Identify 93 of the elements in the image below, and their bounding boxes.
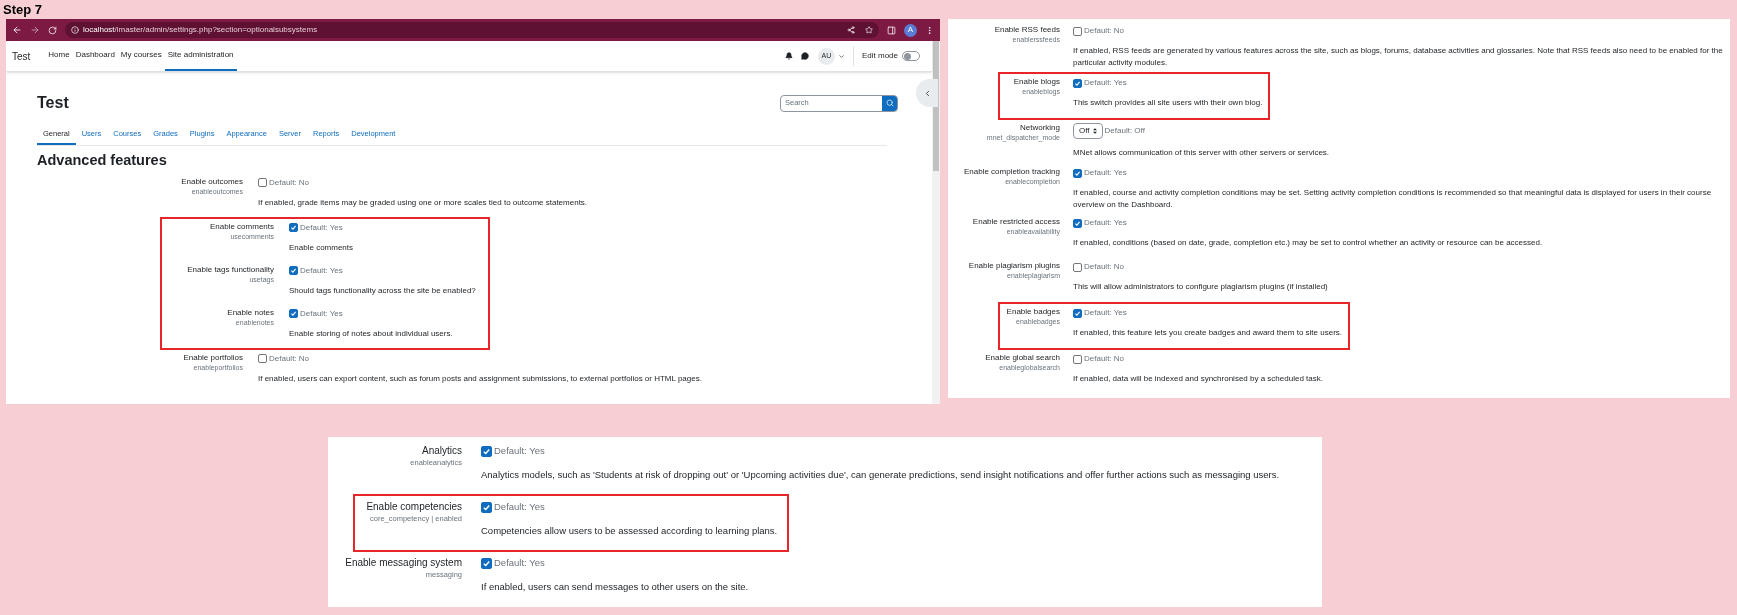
setting-label: Enable outcomes [180,176,243,187]
default-value: Default: Yes [300,264,343,277]
setting-label: Enable portfolios [182,352,243,363]
setting-description: Should tags functionality across the site be enabled? [289,284,476,296]
setting-description: Enable storing of notes about individual users. [289,327,453,339]
setting-description: MNet allows communication of this server with other servers or services. [1073,147,1330,159]
setting-label: Networking [1019,123,1060,133]
address-bar[interactable]: localhost/imaster/admin/settings.php?section=optionalsubsystems [65,22,879,38]
setting-label: Enable messaging system [344,556,462,569]
setting-description: If enabled, users can export content, such as forum posts and assignment submissions, to external portfolios or HTML pages. [258,372,702,384]
setting-label: Enable competencies [365,500,462,513]
setting-label: Enable tags functionality [186,264,274,275]
checkbox[interactable] [1073,78,1082,88]
default-value: Default: Yes [494,556,545,570]
setting-description: This will allow administrators to configure plagiarism plugins (if installed) [1073,281,1328,293]
site-name[interactable]: Test [12,48,31,64]
setting-label: Enable global search [984,353,1060,363]
notification-icon[interactable] [784,52,793,60]
setting-description: If enabled, course and activity completion conditions may be set. Setting activity completion conditions is recommended so that meaningful data is displayed for users in their course overview on the Dashboard. [1073,187,1713,211]
menu-icon[interactable] [925,25,934,35]
search-button[interactable] [882,95,897,111]
edit-mode-toggle[interactable] [902,51,920,61]
nav-link[interactable]: Home [45,41,73,71]
side-panel-icon[interactable] [887,25,896,35]
default-value: Default: Yes [1084,77,1127,89]
setting-description: Analytics models, such as 'Students at risk of dropping out' or 'Upcoming activities due', can generate predictions, send insight notifications and offer further actions such as messaging users. [481,468,1280,482]
setting-label: Enable restricted access [971,217,1060,227]
checkbox[interactable] [481,501,492,513]
nav-link[interactable]: My courses [117,41,165,71]
forward-icon[interactable] [30,25,40,35]
default-value: Default: Yes [494,444,545,458]
setting-label: Enable completion tracking [962,167,1060,177]
checkbox[interactable] [289,309,298,319]
checkbox[interactable] [481,445,492,457]
checkbox[interactable] [1073,308,1082,318]
url-text: localhost/imaster/admin/settings.php?section=optionalsubsystems [83,24,318,36]
drawer-toggle[interactable] [916,79,938,107]
step-label: Step 7 [2,1,43,19]
checkbox[interactable] [1073,26,1082,36]
setting-label: Enable badges [1005,307,1060,317]
default-value: Default: No [269,352,310,365]
setting-label: Analytics [421,444,462,457]
message-icon[interactable] [800,52,809,60]
setting-description: Enable comments [289,241,354,253]
checkbox[interactable] [289,223,298,233]
page-title: Test [37,93,69,113]
section-heading: Advanced features [37,151,168,170]
checkbox[interactable] [289,266,298,276]
setting-label: Enable RSS feeds [993,25,1060,35]
checkbox[interactable] [258,354,267,364]
search-icon [885,99,894,107]
setting-description: If enabled, data will be indexed and synchronised by a scheduled task. [1073,373,1323,385]
setting-description: If enabled, conditions (based on date, grade, completion etc.) may be set to control whether an activity or resource can be accessed. [1073,237,1543,249]
default-value: Default: No [1084,353,1125,365]
checkbox[interactable] [481,557,492,569]
reload-icon[interactable] [48,25,57,35]
setting-label: Enable plagiarism plugins [967,261,1060,271]
setting-description: This switch provides all site users with their own blog. [1073,97,1263,109]
setting-description: If enabled, grade items may be graded using one or more scales tied to outcome statements. [258,196,588,208]
back-icon[interactable] [12,25,22,35]
default-value: Default: Yes [1084,217,1127,229]
setting-description: If enabled, users can send messages to other users on the site. [481,580,749,594]
setting-description: Competencies allow users to be assessed according to learning plans. [481,524,778,538]
star-icon[interactable] [865,26,873,34]
default-value: Default: Yes [494,500,545,514]
checkbox[interactable] [1073,168,1082,178]
edit-mode-label: Edit mode [861,50,898,62]
checkbox[interactable] [1073,354,1082,364]
setting-label: Enable blogs [1012,77,1060,87]
checkbox[interactable] [258,178,267,188]
default-value: Default: Off [1104,125,1145,137]
default-value: Default: No [1084,261,1125,273]
nav-link[interactable]: Site administration [164,41,237,71]
select-dropdown[interactable]: Off [1073,123,1103,139]
scrollbar[interactable] [932,41,940,404]
setting-label: Enable notes [226,307,274,318]
default-value: Default: Yes [1084,307,1127,319]
default-value: Default: Yes [300,307,343,320]
default-value: Default: Yes [1084,167,1127,179]
nav-link[interactable]: Dashboard [72,41,118,71]
checkbox[interactable] [1073,218,1082,228]
chevron-icon[interactable] [837,52,845,60]
checkbox[interactable] [1073,262,1082,272]
info-icon [71,26,79,34]
setting-description: If enabled, RSS feeds are generated by various features across the site, such as blogs, forums, database activities and glossaries. Note that RSS feeds also need to be enabled for the particular activity modules. [1073,45,1724,69]
default-value: Default: No [1084,25,1125,37]
sort-arrows-icon [1092,128,1097,134]
share-icon[interactable] [847,26,855,34]
setting-label: Enable comments [208,221,274,232]
default-value: Default: No [269,176,310,189]
default-value: Default: Yes [300,221,343,234]
setting-description: If enabled, this feature lets you create badges and award them to site users. [1073,327,1343,339]
profile-avatar[interactable]: A [904,23,917,37]
